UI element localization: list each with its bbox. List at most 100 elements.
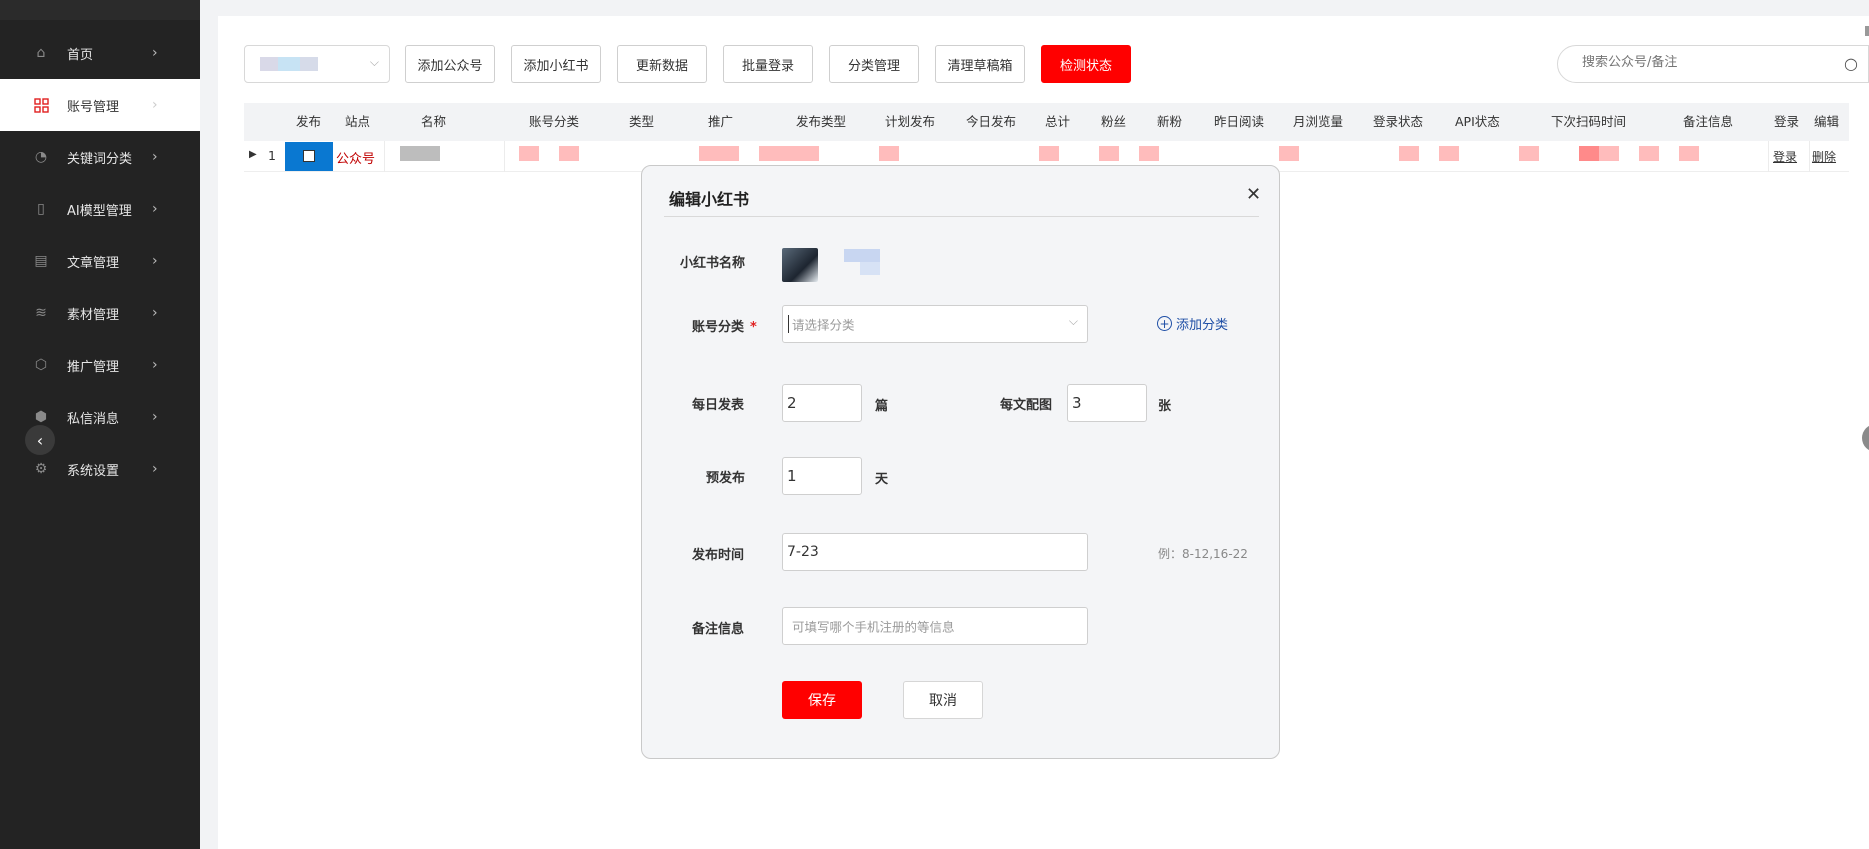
login-link[interactable]: 登录 bbox=[1773, 148, 1797, 165]
column-header: 粉丝 bbox=[1101, 114, 1127, 129]
chevron-right-icon: › bbox=[152, 461, 158, 477]
modal-title: 编辑小红书 bbox=[669, 190, 750, 209]
modal-divider bbox=[664, 216, 1259, 217]
clear-drafts-button[interactable]: 清理草稿箱 bbox=[935, 45, 1025, 83]
sidebar-item-label: 文章管理 bbox=[67, 255, 120, 271]
redacted-cell bbox=[1139, 146, 1159, 161]
redacted-account-name bbox=[844, 249, 880, 262]
publish-time-value: 7-23 bbox=[787, 544, 819, 560]
column-header: 月浏览量 bbox=[1293, 114, 1344, 129]
add-xiaohongshu-button[interactable]: 添加小红书 bbox=[511, 45, 601, 83]
cancel-button[interactable]: 取消 bbox=[903, 681, 983, 719]
redacted-cell bbox=[1279, 146, 1299, 161]
redacted-cell bbox=[1519, 146, 1539, 161]
column-header: 账号分类 bbox=[529, 114, 580, 129]
remark-input[interactable]: 可填写哪个手机注册的等信息 bbox=[782, 607, 1088, 645]
chevron-down-icon: ⌵ bbox=[369, 55, 379, 69]
account-select[interactable]: ⌵ bbox=[244, 45, 390, 83]
sidebar-item-material[interactable]: ≋ 素材管理 › bbox=[0, 287, 200, 339]
search-icon[interactable]: ○ bbox=[1844, 54, 1858, 73]
save-button[interactable]: 保存 bbox=[782, 681, 862, 719]
sidebar-item-label: 系统设置 bbox=[67, 463, 120, 479]
daily-posts-value: 2 bbox=[787, 394, 797, 412]
chevron-left-icon: ‹ bbox=[36, 430, 44, 450]
category-management-button[interactable]: 分类管理 bbox=[829, 45, 919, 83]
cell-separator bbox=[504, 141, 505, 172]
chevron-right-icon: › bbox=[152, 149, 158, 165]
sidebar-item-ai-model[interactable]: ▯ AI模型管理 › bbox=[0, 183, 200, 235]
add-category-button[interactable]: + 添加分类 bbox=[1157, 314, 1228, 333]
close-icon[interactable]: ✕ bbox=[1246, 184, 1261, 205]
sidebar-item-label: 私信消息 bbox=[67, 411, 120, 427]
document-icon: ▤ bbox=[34, 253, 48, 269]
images-per-article-value: 3 bbox=[1072, 394, 1082, 412]
site-cell: 公众号 bbox=[336, 152, 376, 167]
row-index: 1 bbox=[268, 148, 276, 163]
images-per-article-label: 每文配图 bbox=[1000, 398, 1053, 413]
publish-time-label: 发布时间 bbox=[692, 548, 745, 563]
database-icon: ≋ bbox=[35, 305, 47, 321]
redacted-name bbox=[400, 146, 440, 161]
edit-xiaohongshu-modal: 编辑小红书 ✕ 小红书名称 账号分类 * 请选择分类 ⌵ + 添加分类 每日发表 … bbox=[641, 165, 1280, 759]
shield-icon: ⬡ bbox=[34, 357, 48, 373]
column-header: 登录 bbox=[1774, 114, 1800, 129]
search-box: ○ bbox=[1557, 45, 1869, 83]
column-header: API状态 bbox=[1455, 114, 1500, 129]
column-header: 今日发布 bbox=[966, 114, 1017, 129]
redacted-cell bbox=[1639, 146, 1659, 161]
search-input[interactable] bbox=[1582, 55, 1812, 70]
column-header: 编辑 bbox=[1814, 114, 1840, 129]
chevron-right-icon: › bbox=[152, 97, 158, 113]
publish-checkbox[interactable] bbox=[303, 150, 315, 162]
update-data-button[interactable]: 更新数据 bbox=[617, 45, 707, 83]
add-category-label: 添加分类 bbox=[1176, 318, 1229, 333]
grid-icon bbox=[33, 97, 49, 113]
sidebar-item-promotion[interactable]: ⬡ 推广管理 › bbox=[0, 339, 200, 391]
sidebar-collapse-button[interactable]: ‹ bbox=[25, 425, 55, 455]
trend-icon: ◔ bbox=[34, 149, 48, 165]
prepublish-input[interactable]: 1 bbox=[782, 457, 862, 495]
publish-time-input[interactable]: 7-23 bbox=[782, 533, 1088, 571]
cell-separator bbox=[1768, 141, 1769, 172]
category-placeholder: 请选择分类 bbox=[792, 317, 855, 333]
daily-posts-unit: 篇 bbox=[875, 399, 889, 414]
cell-separator bbox=[384, 141, 385, 172]
sidebar-item-label: 素材管理 bbox=[67, 307, 120, 323]
daily-posts-input[interactable]: 2 bbox=[782, 384, 862, 422]
chevron-right-icon: › bbox=[152, 409, 158, 425]
check-status-button[interactable]: 检测状态 bbox=[1041, 45, 1131, 83]
table-header: 发布 站点 名称 账号分类 类型 推广 发布类型 计划发布 今日发布 总计 粉丝… bbox=[244, 103, 1849, 141]
name-label: 小红书名称 bbox=[680, 256, 746, 271]
prepublish-label: 预发布 bbox=[706, 471, 746, 486]
gear-icon: ⚙ bbox=[34, 461, 48, 477]
images-per-article-input[interactable]: 3 bbox=[1067, 384, 1147, 422]
images-per-article-unit: 张 bbox=[1158, 399, 1172, 414]
chevron-right-icon: › bbox=[152, 357, 158, 373]
message-icon: ⬢ bbox=[34, 409, 48, 425]
add-official-account-button[interactable]: 添加公众号 bbox=[405, 45, 495, 83]
cell-separator bbox=[1809, 141, 1810, 172]
sidebar-item-account-management[interactable]: 账号管理 › bbox=[0, 79, 200, 131]
sidebar-item-keyword-category[interactable]: ◔ 关键词分类 › bbox=[0, 131, 200, 183]
sidebar-item-label: 关键词分类 bbox=[67, 151, 133, 167]
expand-row-icon[interactable]: ▶ bbox=[249, 149, 257, 160]
sidebar-item-article[interactable]: ▤ 文章管理 › bbox=[0, 235, 200, 287]
category-select[interactable]: 请选择分类 ⌵ bbox=[782, 305, 1088, 343]
column-header: 站点 bbox=[345, 114, 371, 129]
column-header: 总计 bbox=[1045, 114, 1071, 129]
sidebar-item-home[interactable]: ⌂ 首页 › bbox=[0, 27, 200, 79]
redacted-cell bbox=[699, 146, 739, 161]
remark-label: 备注信息 bbox=[692, 622, 745, 637]
sidebar-item-label: 首页 bbox=[67, 47, 94, 63]
chevron-right-icon: › bbox=[152, 305, 158, 321]
delete-link[interactable]: 删除 bbox=[1812, 148, 1836, 165]
batch-login-button[interactable]: 批量登录 bbox=[723, 45, 813, 83]
redacted-cell bbox=[559, 146, 579, 161]
redacted-cell bbox=[1099, 146, 1119, 161]
top-strip bbox=[218, 0, 1869, 16]
column-header: 类型 bbox=[629, 114, 655, 129]
chevron-right-icon: › bbox=[152, 201, 158, 217]
blurred-value bbox=[260, 57, 280, 71]
blurred-value bbox=[300, 57, 318, 71]
publish-cell[interactable] bbox=[285, 142, 333, 171]
